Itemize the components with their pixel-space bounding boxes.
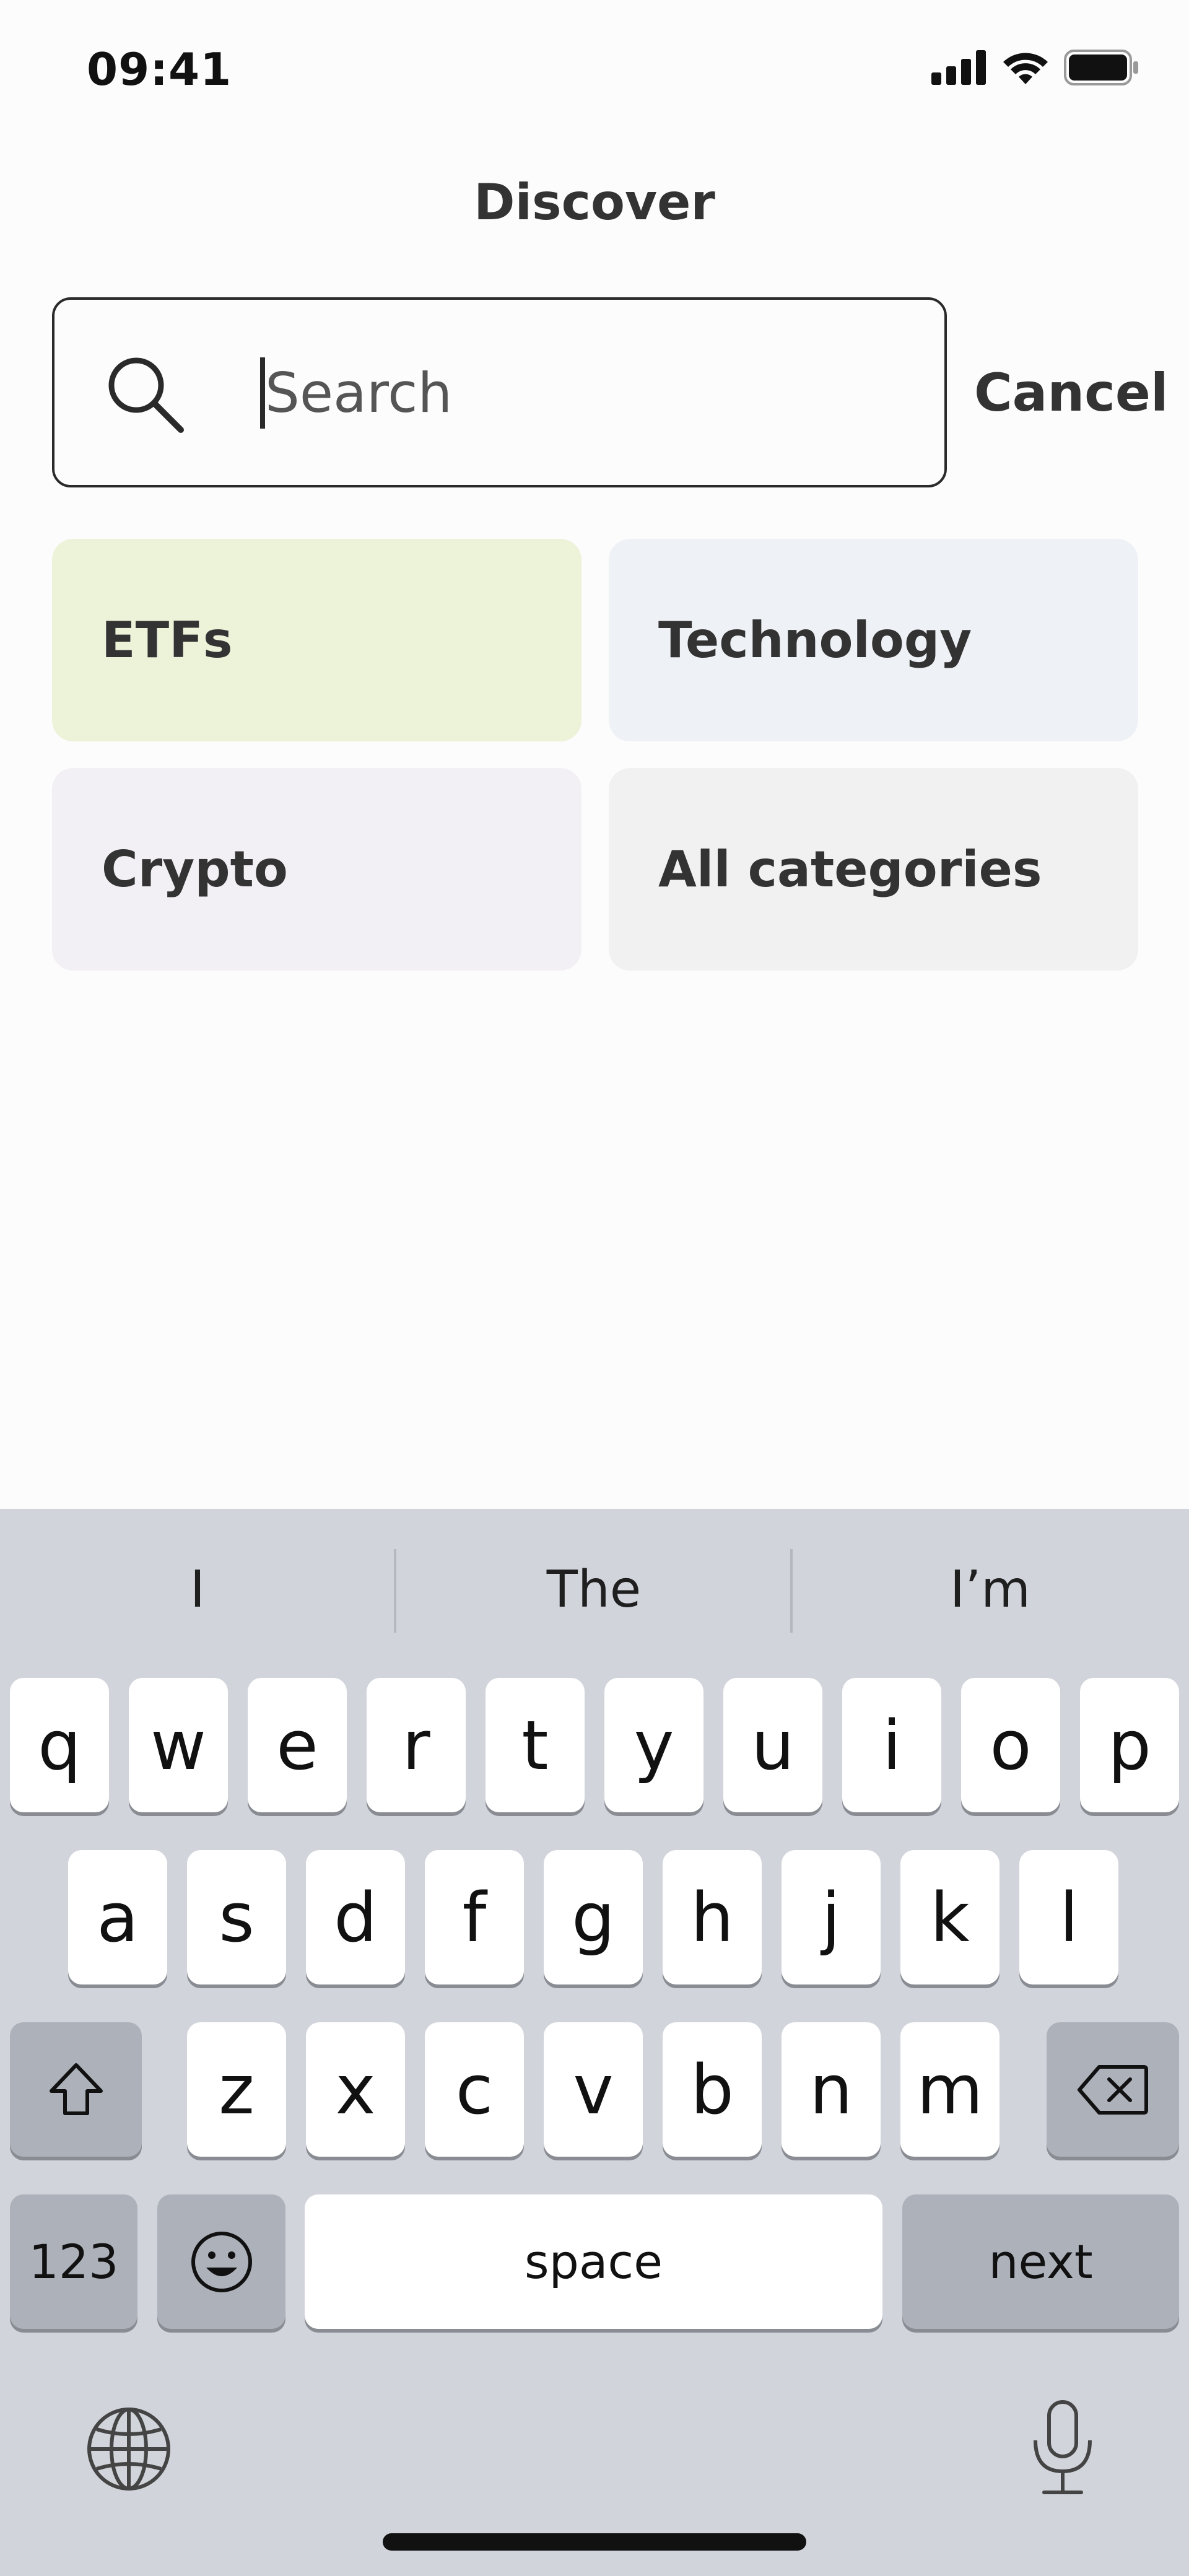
key-j[interactable]: j xyxy=(782,1850,881,1984)
key-n[interactable]: n xyxy=(782,2022,881,2157)
emoji-key[interactable] xyxy=(157,2194,285,2329)
key-x[interactable]: x xyxy=(306,2022,405,2157)
search-input[interactable] xyxy=(265,343,884,442)
category-all-categories[interactable]: All categories xyxy=(609,768,1138,971)
search-icon xyxy=(108,357,184,433)
globe-icon[interactable] xyxy=(84,2404,173,2494)
category-etfs[interactable]: ETFs xyxy=(52,539,581,741)
key-l[interactable]: l xyxy=(1019,1850,1118,1984)
numbers-key[interactable]: 123 xyxy=(10,2194,137,2329)
wifi-icon xyxy=(1003,53,1048,84)
text-cursor xyxy=(260,357,265,429)
key-g[interactable]: g xyxy=(544,1850,643,1984)
key-o[interactable]: o xyxy=(961,1678,1060,1812)
key-r[interactable]: r xyxy=(367,1678,466,1812)
key-t[interactable]: t xyxy=(486,1678,585,1812)
home-indicator[interactable] xyxy=(383,2533,806,2551)
key-u[interactable]: u xyxy=(723,1678,822,1812)
key-b[interactable]: b xyxy=(663,2022,762,2157)
key-q[interactable]: q xyxy=(10,1678,109,1812)
key-e[interactable]: e xyxy=(248,1678,347,1812)
suggestion-1[interactable]: I xyxy=(0,1509,395,1670)
key-a[interactable]: a xyxy=(68,1850,167,1984)
key-v[interactable]: v xyxy=(544,2022,643,2157)
suggestion-bar: I The I’m xyxy=(0,1509,1189,1670)
emoji-icon xyxy=(191,2231,252,2292)
key-i[interactable]: i xyxy=(842,1678,941,1812)
keyboard: I The I’m q w e r t y u i o p a s d f g … xyxy=(0,1509,1189,2576)
key-h[interactable]: h xyxy=(663,1850,762,1984)
category-technology[interactable]: Technology xyxy=(609,539,1138,741)
space-key[interactable]: space xyxy=(305,2194,882,2329)
cancel-button[interactable]: Cancel xyxy=(974,362,1169,423)
key-z[interactable]: z xyxy=(187,2022,286,2157)
next-key[interactable]: next xyxy=(902,2194,1179,2329)
backspace-icon xyxy=(1078,2064,1148,2115)
key-d[interactable]: d xyxy=(306,1850,405,1984)
microphone-icon[interactable] xyxy=(1026,2398,1100,2497)
status-time: 09:41 xyxy=(87,43,232,95)
key-s[interactable]: s xyxy=(187,1850,286,1984)
key-f[interactable]: f xyxy=(425,1850,524,1984)
shift-key[interactable] xyxy=(10,2022,142,2157)
key-c[interactable]: c xyxy=(425,2022,524,2157)
status-bar: 09:41 xyxy=(0,0,1189,142)
key-y[interactable]: y xyxy=(604,1678,703,1812)
key-w[interactable]: w xyxy=(129,1678,228,1812)
suggestion-2[interactable]: The xyxy=(396,1509,791,1670)
battery-icon xyxy=(1064,50,1138,85)
key-p[interactable]: p xyxy=(1080,1678,1179,1812)
suggestion-3[interactable]: I’m xyxy=(793,1509,1188,1670)
status-icons xyxy=(931,50,1139,85)
backspace-key[interactable] xyxy=(1047,2022,1179,2157)
page-title: Discover xyxy=(474,173,715,231)
key-m[interactable]: m xyxy=(900,2022,1000,2157)
cellular-signal-icon xyxy=(931,50,986,85)
search-box[interactable] xyxy=(52,297,947,487)
key-k[interactable]: k xyxy=(900,1850,1000,1984)
shift-icon xyxy=(49,2063,103,2115)
category-crypto[interactable]: Crypto xyxy=(52,768,581,971)
